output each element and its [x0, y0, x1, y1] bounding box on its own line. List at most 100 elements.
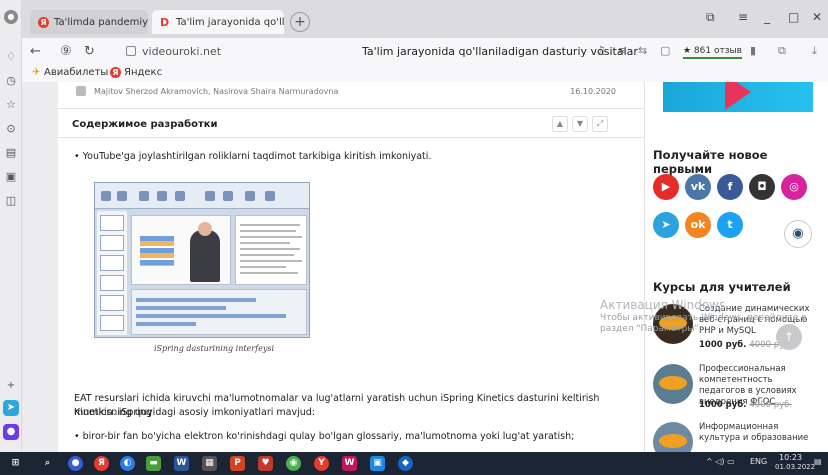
videouroki-favicon-icon: D: [160, 15, 170, 29]
odnoklassniki-icon[interactable]: ok: [685, 212, 711, 238]
ispring-screenshot: [94, 182, 310, 338]
alice-icon[interactable]: ●: [3, 424, 19, 440]
new-tab-button[interactable]: +: [290, 12, 310, 32]
slide-preview: [131, 215, 231, 285]
scroll-to-top-button[interactable]: ↑: [776, 324, 802, 350]
course-title[interactable]: Информационная культура и образование: [699, 422, 819, 444]
bookmarks-bar: ✈ Авиабилеты Я Яндекс: [22, 66, 828, 82]
search-icon[interactable]: ⌕: [40, 456, 55, 471]
notes-pane: [235, 215, 307, 285]
windows-start-icon[interactable]: ⊞: [8, 456, 23, 471]
winrar-icon[interactable]: W: [342, 456, 357, 471]
back-arrow-icon[interactable]: ←: [30, 44, 41, 59]
authors[interactable]: Majitov Sherzod Akramovich, Nasirova Sha…: [94, 87, 338, 96]
course-thumbnail: [653, 364, 693, 404]
bookmark-yandex[interactable]: Яндекс: [124, 67, 162, 78]
yandex-favicon-icon: Я: [38, 16, 49, 28]
app-heart-icon[interactable]: ♥: [258, 456, 273, 471]
tab-talim[interactable]: D Ta'lim jarayonida qo'llan ✕: [152, 10, 284, 34]
url-field[interactable]: videouroki.net: [142, 45, 221, 58]
calculator-icon[interactable]: ▦: [202, 456, 217, 471]
bookmark-aviabilety[interactable]: Авиабилеты: [44, 67, 108, 78]
profile-avatar-icon[interactable]: ●: [4, 10, 18, 24]
course-thumbnail: [653, 422, 693, 452]
instagram-icon[interactable]: ◎: [781, 174, 807, 200]
download-icon[interactable]: ⤓: [812, 44, 817, 58]
section-header: Содержимое разработки ▲ ▼ ⤢: [58, 108, 644, 138]
bookmark-icon[interactable]: ▮: [750, 44, 756, 57]
extensions-icon[interactable]: ⧉: [778, 44, 786, 58]
telegram-dock-icon[interactable]: ➤: [3, 400, 19, 416]
close-window-button[interactable]: ✕: [812, 10, 822, 24]
airplane-icon: ✈: [32, 67, 41, 78]
lock-icon[interactable]: [126, 46, 136, 56]
tab-title: Ta'lim jarayonida qo'llan: [176, 16, 284, 28]
yandex-home-icon[interactable]: ⑨: [60, 44, 72, 59]
font-increase-icon[interactable]: ▲: [552, 116, 568, 132]
course-card[interactable]: Информационная культура и образование: [653, 422, 823, 452]
collections-icon[interactable]: ⧉: [706, 10, 715, 25]
reload-icon[interactable]: ↻: [84, 44, 95, 59]
app-browser-icon[interactable]: ●: [68, 456, 83, 471]
accessibility-eye-icon[interactable]: ◉: [784, 220, 812, 248]
tab-title: Ta'limda pandemiyaning: [54, 16, 148, 28]
history-clock-icon[interactable]: ◷: [4, 74, 18, 88]
screenshot-icon[interactable]: ▢: [660, 44, 670, 57]
reader-mode-icon[interactable]: ≡: [618, 44, 627, 57]
reviews-badge[interactable]: ★ 861 отзыв: [683, 46, 742, 59]
zen-icon[interactable]: ▣: [4, 170, 18, 184]
course-old-price: 4000 руб.: [749, 400, 793, 410]
font-decrease-icon[interactable]: ▼: [572, 116, 588, 132]
clock-time[interactable]: 10:23: [779, 453, 802, 462]
paragraph-line-2: Kineticsning quyidagi asosiy imkoniyatla…: [74, 407, 315, 418]
app-blue-icon[interactable]: ◆: [398, 456, 413, 471]
bookmarks-star-icon[interactable]: ☆: [4, 98, 18, 112]
headphones-icon[interactable]: ♫: [596, 44, 606, 57]
windows-taskbar: ⊞ ⌕ ● Я ◐ ▬ W ▦ P ♥ ◉ Y W ▣ ◆ ^ ◁) ▭ ENG…: [0, 452, 828, 475]
maximize-button[interactable]: □: [788, 10, 799, 24]
add-panel-icon[interactable]: +: [3, 378, 19, 394]
keyboard-language[interactable]: ENG: [750, 457, 767, 466]
youtube-icon[interactable]: ▶: [653, 174, 679, 200]
odnoklassniki-alt-icon[interactable]: ◘: [749, 174, 775, 200]
publish-date: 16.10.2020: [570, 87, 616, 96]
tray-arrows-icon[interactable]: ^ ◁) ▭: [706, 457, 735, 466]
course-card[interactable]: Профессиональная компетентность педагого…: [653, 364, 823, 420]
minimize-button[interactable]: _: [764, 10, 770, 24]
edge-icon[interactable]: ◐: [120, 456, 135, 471]
user-icon: [76, 86, 86, 96]
fullscreen-icon[interactable]: ⤢: [592, 116, 608, 132]
bullet-youtube: • YouTube'ga joylashtirilgan roliklarni …: [74, 151, 432, 162]
clock-date[interactable]: 01.03.2022: [775, 463, 815, 471]
tab-bar: Я Ta'limda pandemiyaning D Ta'lim jarayo…: [22, 0, 828, 38]
yandex-browser-icon[interactable]: Я: [94, 456, 109, 471]
article-panel: Majitov Sherzod Akramovich, Nasirova Sha…: [58, 82, 662, 452]
word-icon[interactable]: W: [174, 456, 189, 471]
tab-pandemiya[interactable]: Я Ta'limda pandemiyaning: [30, 10, 148, 34]
bullet-glossary: • biror-bir fan bo'yicha elektron ko'rin…: [74, 431, 575, 442]
translate-icon[interactable]: ⇆: [638, 44, 647, 57]
save-floppy-icon[interactable]: ▣: [370, 456, 385, 471]
bell-icon[interactable]: ♢: [4, 50, 18, 64]
file-explorer-icon[interactable]: ▬: [146, 456, 161, 471]
twitter-icon[interactable]: t: [717, 212, 743, 238]
courses-title: Курсы для учителей: [653, 280, 791, 294]
article-meta: Majitov Sherzod Akramovich, Nasirova Sha…: [58, 82, 644, 108]
yandex-app-icon[interactable]: Y: [314, 456, 329, 471]
media-play-icon[interactable]: ⊙: [4, 122, 18, 136]
slide-thumbnails: [97, 211, 127, 335]
section-title: Содержимое разработки: [72, 119, 218, 130]
chrome-icon[interactable]: ◉: [286, 456, 301, 471]
notifications-icon[interactable]: ▤: [814, 457, 822, 466]
vk-icon[interactable]: vk: [685, 174, 711, 200]
downloads-icon[interactable]: ◫: [4, 194, 18, 208]
notes-icon[interactable]: ▤: [4, 146, 18, 160]
sidebar-dock: + ➤ ●: [0, 376, 22, 452]
powerpoint-icon[interactable]: P: [230, 456, 245, 471]
menu-icon[interactable]: ≡: [738, 10, 748, 24]
promo-banner[interactable]: [663, 82, 813, 112]
windows-activation-watermark: Активация Windows Чтобы активировать Win…: [600, 298, 807, 334]
subscribe-title: Получайте новое первыми: [653, 148, 768, 176]
telegram-icon[interactable]: ➤: [653, 212, 679, 238]
facebook-icon[interactable]: f: [717, 174, 743, 200]
